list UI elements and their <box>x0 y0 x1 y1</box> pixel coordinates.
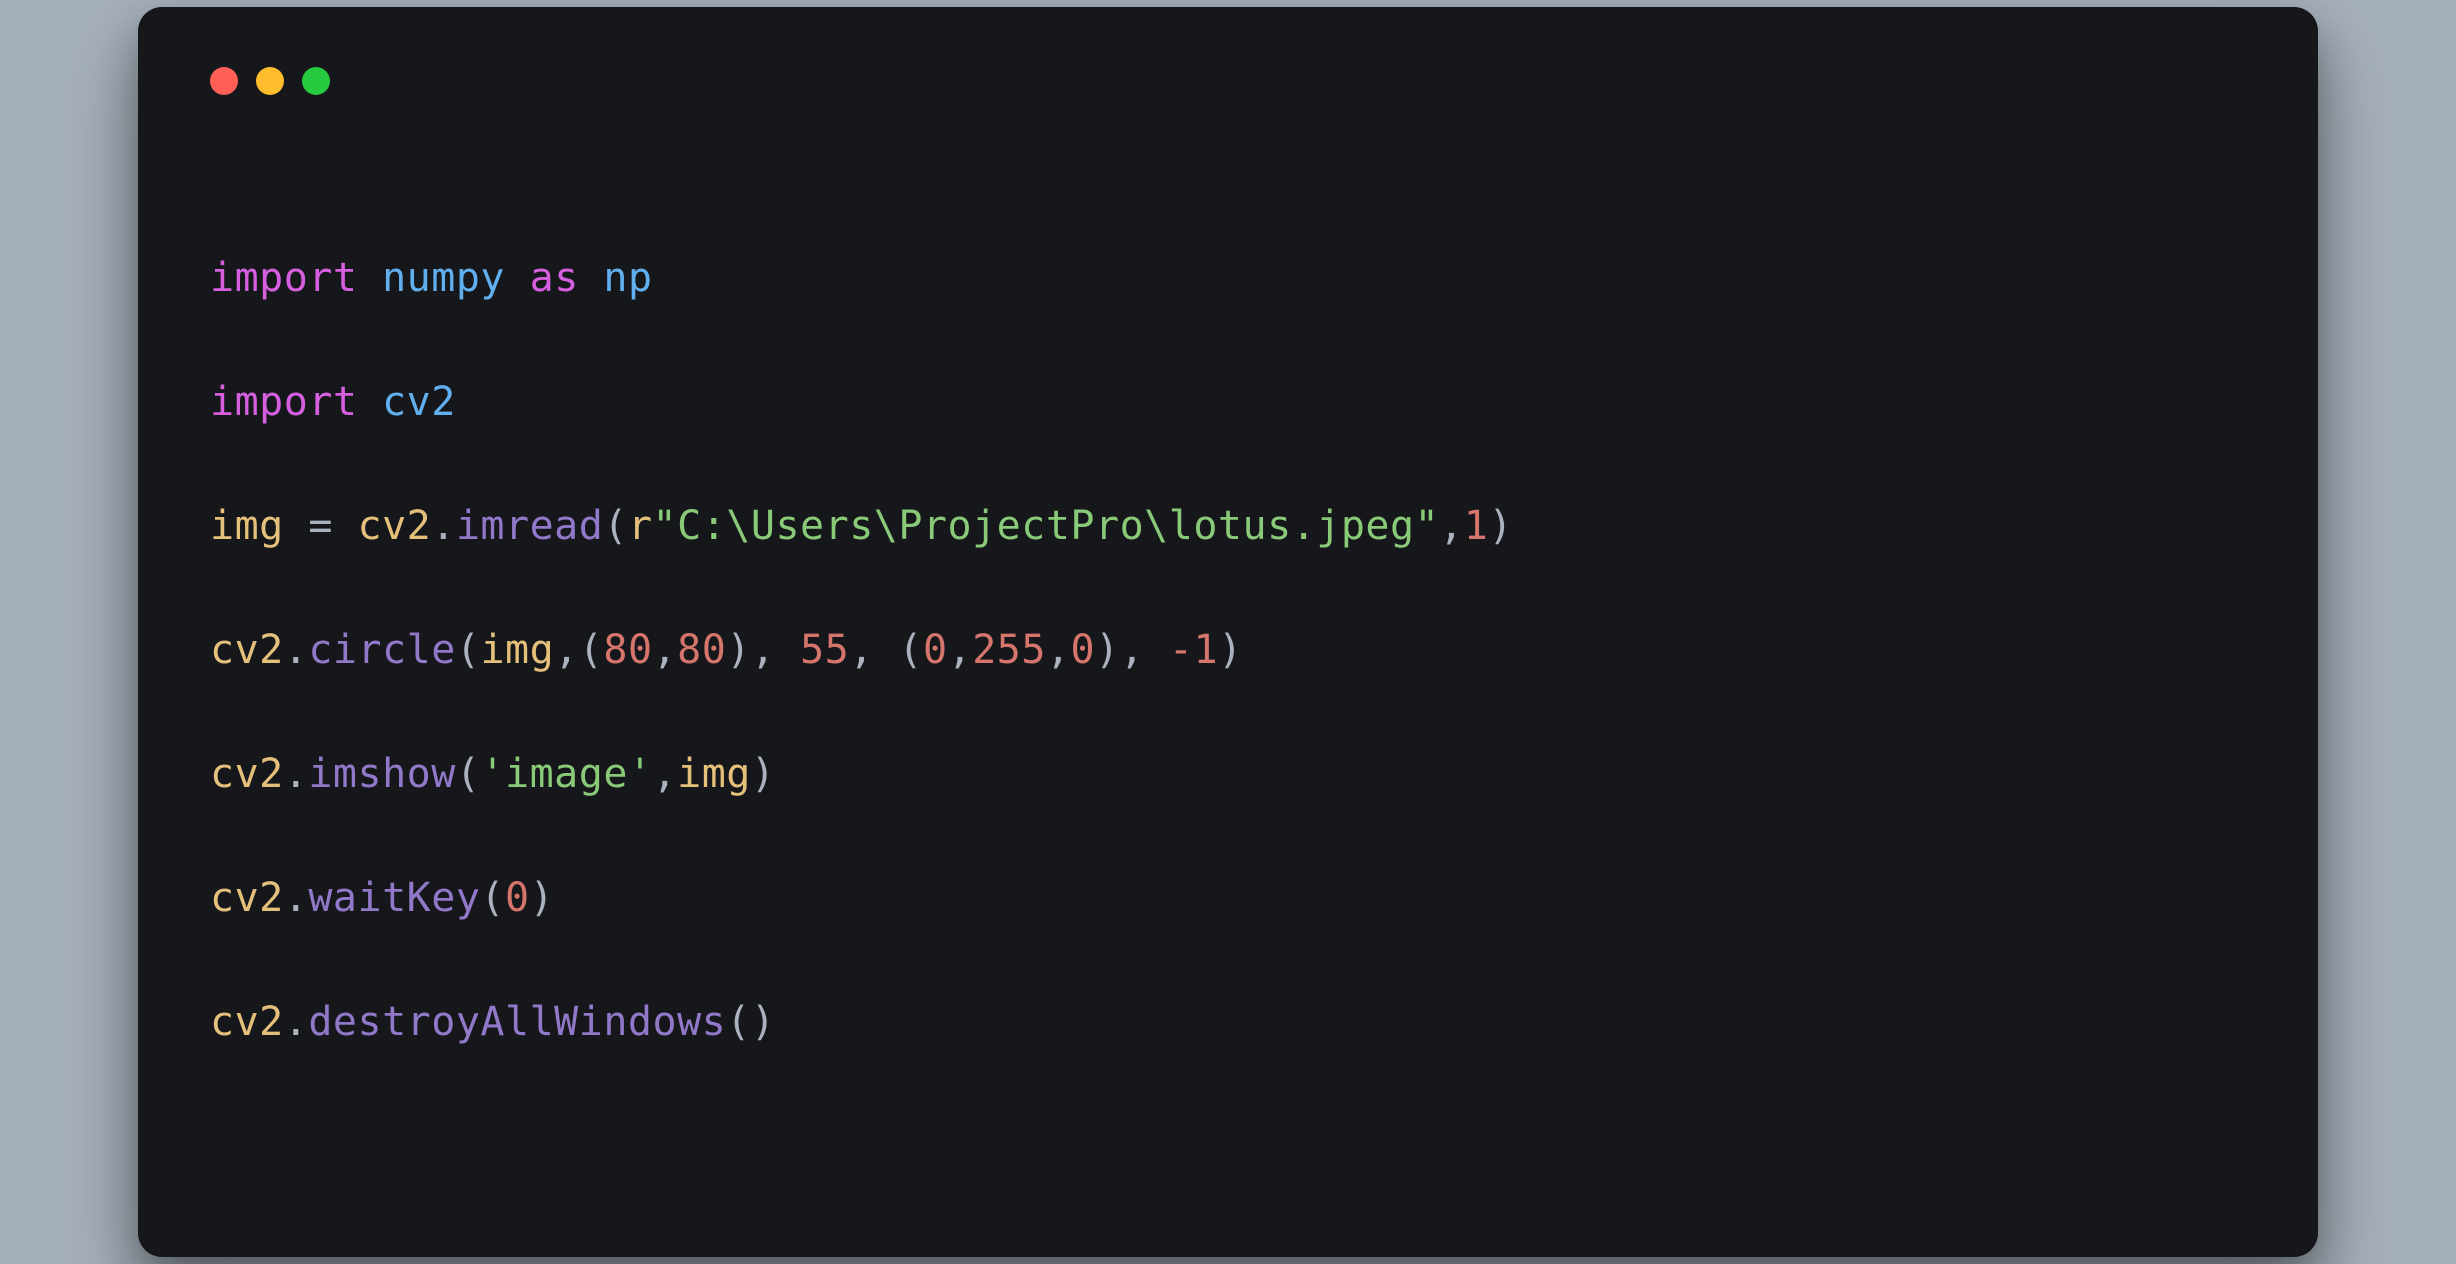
space <box>358 379 383 425</box>
paren: ( <box>603 503 628 549</box>
variable: cv2 <box>210 751 284 797</box>
code-line: import cv2 <box>210 371 2246 433</box>
paren: ) <box>1218 627 1243 673</box>
variable: cv2 <box>358 503 432 549</box>
minimize-icon[interactable] <box>256 67 284 95</box>
operator: = <box>284 503 358 549</box>
dot: . <box>284 999 309 1045</box>
paren: ) <box>1095 627 1120 673</box>
variable: cv2 <box>210 875 284 921</box>
keyword: import <box>210 379 358 425</box>
paren: ) <box>751 751 776 797</box>
paren: ( <box>579 627 604 673</box>
string: "C:\Users\ProjectPro\lotus.jpeg" <box>653 503 1440 549</box>
comma: , <box>948 627 973 673</box>
paren: ( <box>456 751 481 797</box>
variable: img <box>677 751 751 797</box>
space <box>579 255 604 301</box>
code-line: cv2.destroyAllWindows() <box>210 991 2246 1053</box>
number: 0 <box>505 875 530 921</box>
function: imread <box>456 503 604 549</box>
paren: ( <box>898 627 923 673</box>
paren: ) <box>726 627 751 673</box>
number: 1 <box>1464 503 1489 549</box>
close-icon[interactable] <box>210 67 238 95</box>
space <box>505 255 530 301</box>
alias: np <box>603 255 652 301</box>
comma: , <box>653 751 678 797</box>
paren: ) <box>1488 503 1513 549</box>
number: -1 <box>1169 627 1218 673</box>
module: cv2 <box>382 379 456 425</box>
number: 0 <box>1071 627 1096 673</box>
number: 55 <box>800 627 849 673</box>
function: waitKey <box>308 875 480 921</box>
number: 80 <box>677 627 726 673</box>
comma: , <box>554 627 579 673</box>
paren: ( <box>456 627 481 673</box>
comma: , <box>1439 503 1464 549</box>
code-line: cv2.waitKey(0) <box>210 867 2246 929</box>
traffic-lights <box>210 67 2246 95</box>
comma: , <box>1120 627 1169 673</box>
comma: , <box>751 627 800 673</box>
paren: ( <box>726 999 751 1045</box>
keyword: as <box>530 255 579 301</box>
comma: , <box>1046 627 1071 673</box>
string-prefix: r <box>628 503 653 549</box>
dot: . <box>284 627 309 673</box>
dot: . <box>284 751 309 797</box>
number: 255 <box>972 627 1046 673</box>
number: 80 <box>603 627 652 673</box>
variable: cv2 <box>210 999 284 1045</box>
paren: ) <box>751 999 776 1045</box>
code-block: import numpy as np import cv2 img = cv2.… <box>210 185 2246 1177</box>
module: numpy <box>382 255 505 301</box>
keyword: import <box>210 255 358 301</box>
function: imshow <box>308 751 456 797</box>
number: 0 <box>923 627 948 673</box>
paren: ) <box>530 875 555 921</box>
paren: ( <box>480 875 505 921</box>
code-line: cv2.circle(img,(80,80), 55, (0,255,0), -… <box>210 619 2246 681</box>
code-line: import numpy as np <box>210 247 2246 309</box>
dot: . <box>431 503 456 549</box>
variable: img <box>210 503 284 549</box>
function: destroyAllWindows <box>308 999 726 1045</box>
code-line: cv2.imshow('image',img) <box>210 743 2246 805</box>
dot: . <box>284 875 309 921</box>
space <box>358 255 383 301</box>
maximize-icon[interactable] <box>302 67 330 95</box>
code-line: img = cv2.imread(r"C:\Users\ProjectPro\l… <box>210 495 2246 557</box>
comma: , <box>849 627 898 673</box>
variable: img <box>480 627 554 673</box>
string: 'image' <box>480 751 652 797</box>
code-window: import numpy as np import cv2 img = cv2.… <box>138 7 2318 1257</box>
variable: cv2 <box>210 627 284 673</box>
function: circle <box>308 627 456 673</box>
comma: , <box>653 627 678 673</box>
